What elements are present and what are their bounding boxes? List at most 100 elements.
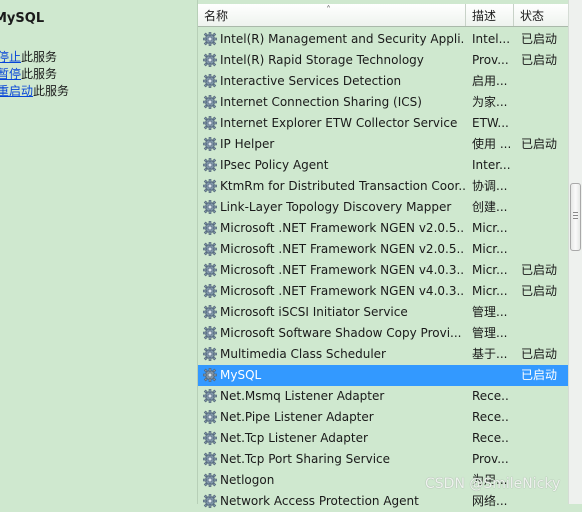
service-name: Link-Layer Topology Discovery Mapper: [220, 200, 452, 214]
gear-icon: [203, 179, 217, 193]
service-description: Rece...: [472, 389, 510, 403]
service-name: Microsoft .NET Framework NGEN v4.0.3...: [220, 263, 465, 277]
table-row[interactable]: Internet Connection Sharing (ICS) 为家...: [198, 92, 568, 113]
restart-service-link[interactable]: 重启动: [0, 84, 33, 98]
column-header-name-label: 名称: [204, 9, 229, 23]
service-status: [521, 176, 567, 197]
service-status: [521, 92, 567, 113]
sort-ascending-icon: ˄: [326, 5, 331, 16]
gear-icon: [203, 95, 217, 109]
service-description: 管理...: [472, 305, 508, 319]
service-name: Net.Msmq Listener Adapter: [220, 389, 385, 403]
table-row[interactable]: IPsec Policy Agent Inter...: [198, 155, 568, 176]
table-row[interactable]: Microsoft .NET Framework NGEN v2.0.5... M…: [198, 218, 568, 239]
watermark: CSDN @SmileNicky: [425, 476, 561, 492]
stop-service-link[interactable]: 停止: [0, 50, 21, 64]
gear-icon: [203, 473, 217, 487]
service-name: Net.Tcp Port Sharing Service: [220, 452, 391, 466]
pause-service-action: 暂停此服务: [0, 65, 57, 82]
pause-service-link[interactable]: 暂停: [0, 67, 21, 81]
service-description: 为家...: [472, 95, 508, 109]
gear-icon: [203, 284, 217, 298]
service-name: Microsoft .NET Framework NGEN v4.0.3...: [220, 284, 465, 298]
table-row[interactable]: IP Helper 使用 ... 已启动: [198, 134, 568, 155]
service-name: MySQL: [220, 368, 262, 382]
table-row[interactable]: Intel(R) Management and Security Appli..…: [198, 29, 568, 50]
table-row[interactable]: Multimedia Class Scheduler 基于... 已启动: [198, 344, 568, 365]
service-status: 已启动: [521, 284, 558, 298]
gear-icon: [203, 116, 217, 130]
table-row[interactable]: Link-Layer Topology Discovery Mapper 创建..…: [198, 197, 568, 218]
scrollbar-thumb[interactable]: [570, 183, 581, 251]
service-status: [521, 386, 567, 407]
table-row[interactable]: Net.Pipe Listener Adapter Rece...: [198, 407, 568, 428]
table-row[interactable]: Internet Explorer ETW Collector Service E…: [198, 113, 568, 134]
service-name: Microsoft .NET Framework NGEN v2.0.5...: [220, 221, 465, 235]
service-status: [521, 155, 567, 176]
pause-service-suffix: 此服务: [21, 67, 58, 81]
service-description: Prov...: [472, 452, 509, 466]
service-status: [521, 218, 567, 239]
service-description: 协调...: [472, 179, 508, 193]
service-description: 创建...: [472, 200, 508, 214]
gear-icon: [203, 137, 217, 151]
column-header-desc-label: 描述: [472, 9, 497, 23]
service-name: Intel(R) Management and Security Appli..…: [220, 32, 465, 46]
service-description: 基于...: [472, 347, 508, 361]
table-row[interactable]: Microsoft Software Shadow Copy Provi... 管…: [198, 323, 568, 344]
gear-icon: [203, 368, 217, 382]
service-description: [472, 365, 510, 386]
service-name: Microsoft iSCSI Initiator Service: [220, 305, 408, 319]
service-status: 已启动: [521, 137, 558, 151]
table-row[interactable]: Net.Msmq Listener Adapter Rece...: [198, 386, 568, 407]
column-header-desc[interactable]: 描述: [466, 4, 514, 26]
gear-icon: [203, 263, 217, 277]
column-header-status[interactable]: 状态: [514, 4, 569, 26]
service-description: Rece...: [472, 410, 510, 424]
gear-icon: [203, 431, 217, 445]
gear-icon: [203, 53, 217, 67]
table-row[interactable]: Microsoft .NET Framework NGEN v4.0.3... M…: [198, 260, 568, 281]
gear-icon: [203, 242, 217, 256]
gear-icon: [203, 326, 217, 340]
service-description: ETW...: [472, 116, 509, 130]
service-description: Rece...: [472, 431, 510, 445]
service-description: Prov...: [472, 53, 509, 67]
service-name: Internet Explorer ETW Collector Service: [220, 116, 458, 130]
service-status: [521, 491, 567, 512]
table-row[interactable]: Intel(R) Rapid Storage Technology Prov...…: [198, 50, 568, 71]
table-row[interactable]: Microsoft .NET Framework NGEN v2.0.5... M…: [198, 239, 568, 260]
service-description: 启用...: [472, 74, 508, 88]
table-row[interactable]: MySQL 已启动: [198, 365, 568, 386]
service-detail-pane: MySQL 停止此服务 暂停此服务 重启动此服务: [0, 0, 197, 504]
table-row[interactable]: Microsoft .NET Framework NGEN v4.0.3... M…: [198, 281, 568, 302]
service-status: [521, 323, 567, 344]
service-description: Micr...: [472, 221, 508, 235]
service-status: [521, 197, 567, 218]
column-header-status-label: 状态: [520, 9, 545, 23]
table-row[interactable]: Interactive Services Detection 启用...: [198, 71, 568, 92]
table-row[interactable]: Microsoft iSCSI Initiator Service 管理...: [198, 302, 568, 323]
service-status: [521, 428, 567, 449]
gear-icon: [203, 74, 217, 88]
table-row[interactable]: Network Access Protection Agent 网络...: [198, 491, 568, 512]
gear-icon: [203, 410, 217, 424]
service-status: [521, 71, 567, 92]
service-name: Microsoft Software Shadow Copy Provi...: [220, 326, 462, 340]
table-row[interactable]: Net.Tcp Listener Adapter Rece...: [198, 428, 568, 449]
service-name: Network Access Protection Agent: [220, 494, 419, 508]
table-row[interactable]: KtmRm for Distributed Transaction Coor..…: [198, 176, 568, 197]
service-name: IPsec Policy Agent: [220, 158, 329, 172]
vertical-scrollbar[interactable]: [568, 0, 582, 504]
service-description: Micr...: [472, 242, 508, 256]
service-name: Microsoft .NET Framework NGEN v2.0.5...: [220, 242, 465, 256]
service-status: 已启动: [521, 53, 558, 67]
gear-icon: [203, 158, 217, 172]
service-name: Intel(R) Rapid Storage Technology: [220, 53, 424, 67]
column-header-name[interactable]: 名称 ˄: [198, 4, 466, 26]
service-status: [521, 407, 567, 428]
stop-service-action: 停止此服务: [0, 48, 57, 65]
column-header: 名称 ˄ 描述 状态: [198, 4, 569, 27]
table-row[interactable]: Net.Tcp Port Sharing Service Prov...: [198, 449, 568, 470]
gear-icon: [203, 305, 217, 319]
